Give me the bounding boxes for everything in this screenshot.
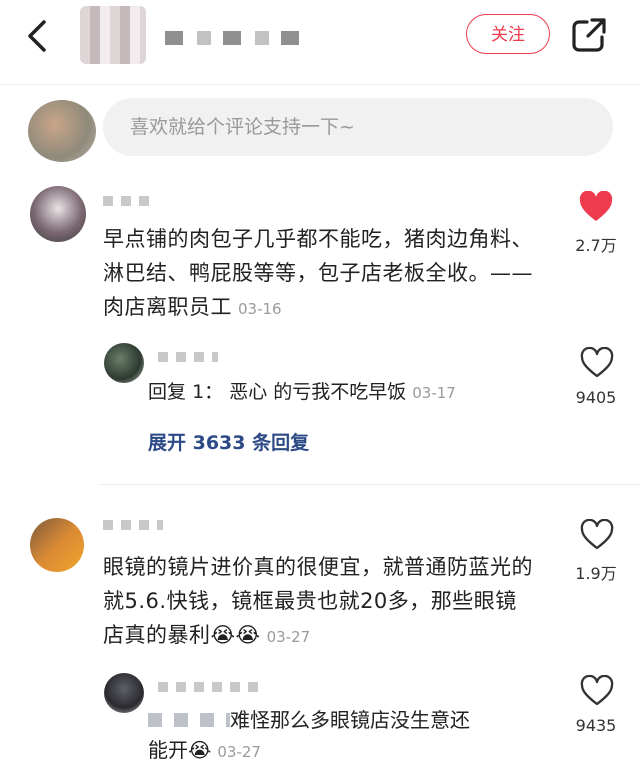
comment-date: 03-27 — [266, 628, 311, 646]
like-count: 9405 — [575, 388, 617, 407]
comment-text: 眼镜的镜片进价真的很便宜，就普通防蓝光的就5.6.快钱，镜框最贵也就20多，那些… — [103, 550, 538, 654]
replier-avatar[interactable] — [104, 343, 144, 383]
divider — [100, 484, 640, 485]
emoji: 😭 — [188, 738, 212, 762]
like-count: 1.9万 — [575, 564, 617, 583]
follow-button[interactable]: 关注 — [466, 14, 550, 54]
expand-replies-button[interactable]: 展开 3633 条回复 — [148, 428, 309, 455]
heart-outline-icon[interactable] — [579, 519, 615, 551]
like-count: 9435 — [575, 716, 617, 735]
like-count: 2.7万 — [575, 236, 617, 255]
commenter-avatar[interactable] — [30, 186, 86, 242]
reply-body-cont: 能开 — [148, 738, 188, 762]
comment-text: 早点铺的肉包子几乎都不能吃，猪肉边角料、淋巴结、鸭屁股等等，包子店老板全收。——… — [103, 222, 538, 326]
commenter-name[interactable] — [103, 196, 151, 206]
comment-date: 03-16 — [238, 300, 282, 318]
reply-body: 恶心 的亏我不吃早饭 — [229, 381, 407, 403]
reply-text: 回复 1： 恶心 的亏我不吃早饭 03-17 — [148, 377, 568, 408]
author-name[interactable] — [165, 31, 305, 45]
comment-input[interactable]: 喜欢就给个评论支持一下~ — [103, 98, 613, 156]
reply-to-user[interactable]: 1： — [192, 381, 223, 403]
comment-body: 早点铺的肉包子几乎都不能吃，猪肉边角料、淋巴结、鸭屁股等等，包子店老板全收。——… — [103, 227, 533, 319]
comment-body: 眼镜的镜片进价真的很便宜，就普通防蓝光的就5.6.快钱，镜框最贵也就20多，那些… — [103, 555, 533, 647]
replier-avatar[interactable] — [104, 673, 144, 713]
reply-date: 03-17 — [412, 384, 456, 402]
heart-outline-icon[interactable] — [579, 675, 615, 707]
back-icon[interactable] — [22, 16, 56, 56]
reply-body: 难怪那么多眼镜店没生意还 — [230, 708, 470, 732]
commenter-avatar[interactable] — [30, 518, 84, 572]
reply-date: 03-27 — [217, 743, 261, 761]
emoji: 😭😭 — [210, 623, 261, 647]
commenter-name[interactable] — [103, 520, 163, 530]
replier-name[interactable] — [158, 682, 258, 692]
reply-text: 难怪那么多眼镜店没生意还 能开😭 03-27 — [148, 705, 558, 767]
author-avatar[interactable] — [80, 6, 146, 64]
heart-outline-icon[interactable] — [579, 347, 615, 379]
share-icon[interactable] — [570, 16, 608, 54]
reply-prefix: 回复 — [148, 381, 187, 403]
my-avatar — [28, 100, 96, 162]
replier-name[interactable] — [158, 352, 218, 362]
heart-filled-icon[interactable] — [578, 191, 614, 223]
